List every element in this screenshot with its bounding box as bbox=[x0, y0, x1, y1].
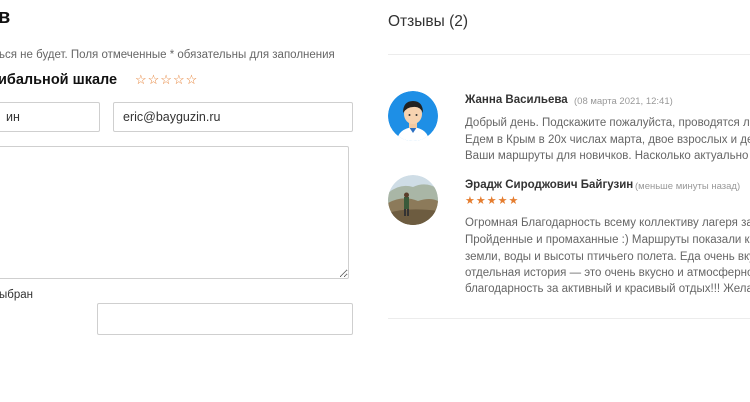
review-text-line: Ваши маршруты для новичков. Насколько ак… bbox=[465, 150, 750, 162]
review-text-line: Едем в Крым в 20х числах марта, двое взр… bbox=[465, 134, 750, 146]
review-author: Эрадж Сироджович Байгузин bbox=[465, 179, 634, 191]
review-author: Жанна Васильева bbox=[465, 94, 568, 106]
form-required-note: ься не будет. Поля отмеченные * обязател… bbox=[0, 49, 335, 61]
review-text-line: Добрый день. Подскажите пожалуйста, пров… bbox=[465, 117, 750, 129]
review-text-line: Пройденные и промаханные :) Маршруты пок… bbox=[465, 234, 750, 246]
form-title: в bbox=[0, 6, 11, 28]
comment-textarea[interactable] bbox=[0, 146, 349, 279]
reviews-divider-bottom bbox=[388, 318, 750, 319]
review-rating-stars: ★★★★★ bbox=[465, 195, 520, 207]
hiker-photo-avatar bbox=[388, 175, 438, 225]
name-input[interactable] bbox=[0, 102, 100, 132]
reviews-heading: Отзывы (2) bbox=[388, 13, 469, 30]
captcha-input[interactable] bbox=[97, 303, 353, 335]
review-text-line: благодарность за активный и красивый отд… bbox=[465, 283, 750, 295]
review-date: (08 марта 2021, 12:41) bbox=[574, 96, 673, 107]
captcha-label: ыбран bbox=[0, 289, 33, 301]
rating-star-input[interactable]: ☆☆☆☆☆ bbox=[135, 72, 198, 88]
reviews-divider-top bbox=[388, 54, 750, 55]
review-text-line: земли, воды и высоты птичьего полета. Ед… bbox=[465, 251, 750, 263]
woman-avatar-icon bbox=[388, 91, 438, 141]
review-text-line: отдельная история — это очень вкусно и а… bbox=[465, 267, 750, 279]
email-input[interactable] bbox=[113, 102, 353, 132]
review-date: (меньше минуты назад) bbox=[635, 181, 741, 192]
review-text-line: Огромная Благодарность всему коллективу … bbox=[465, 217, 750, 229]
rating-label: ибальной шкале bbox=[0, 72, 118, 88]
